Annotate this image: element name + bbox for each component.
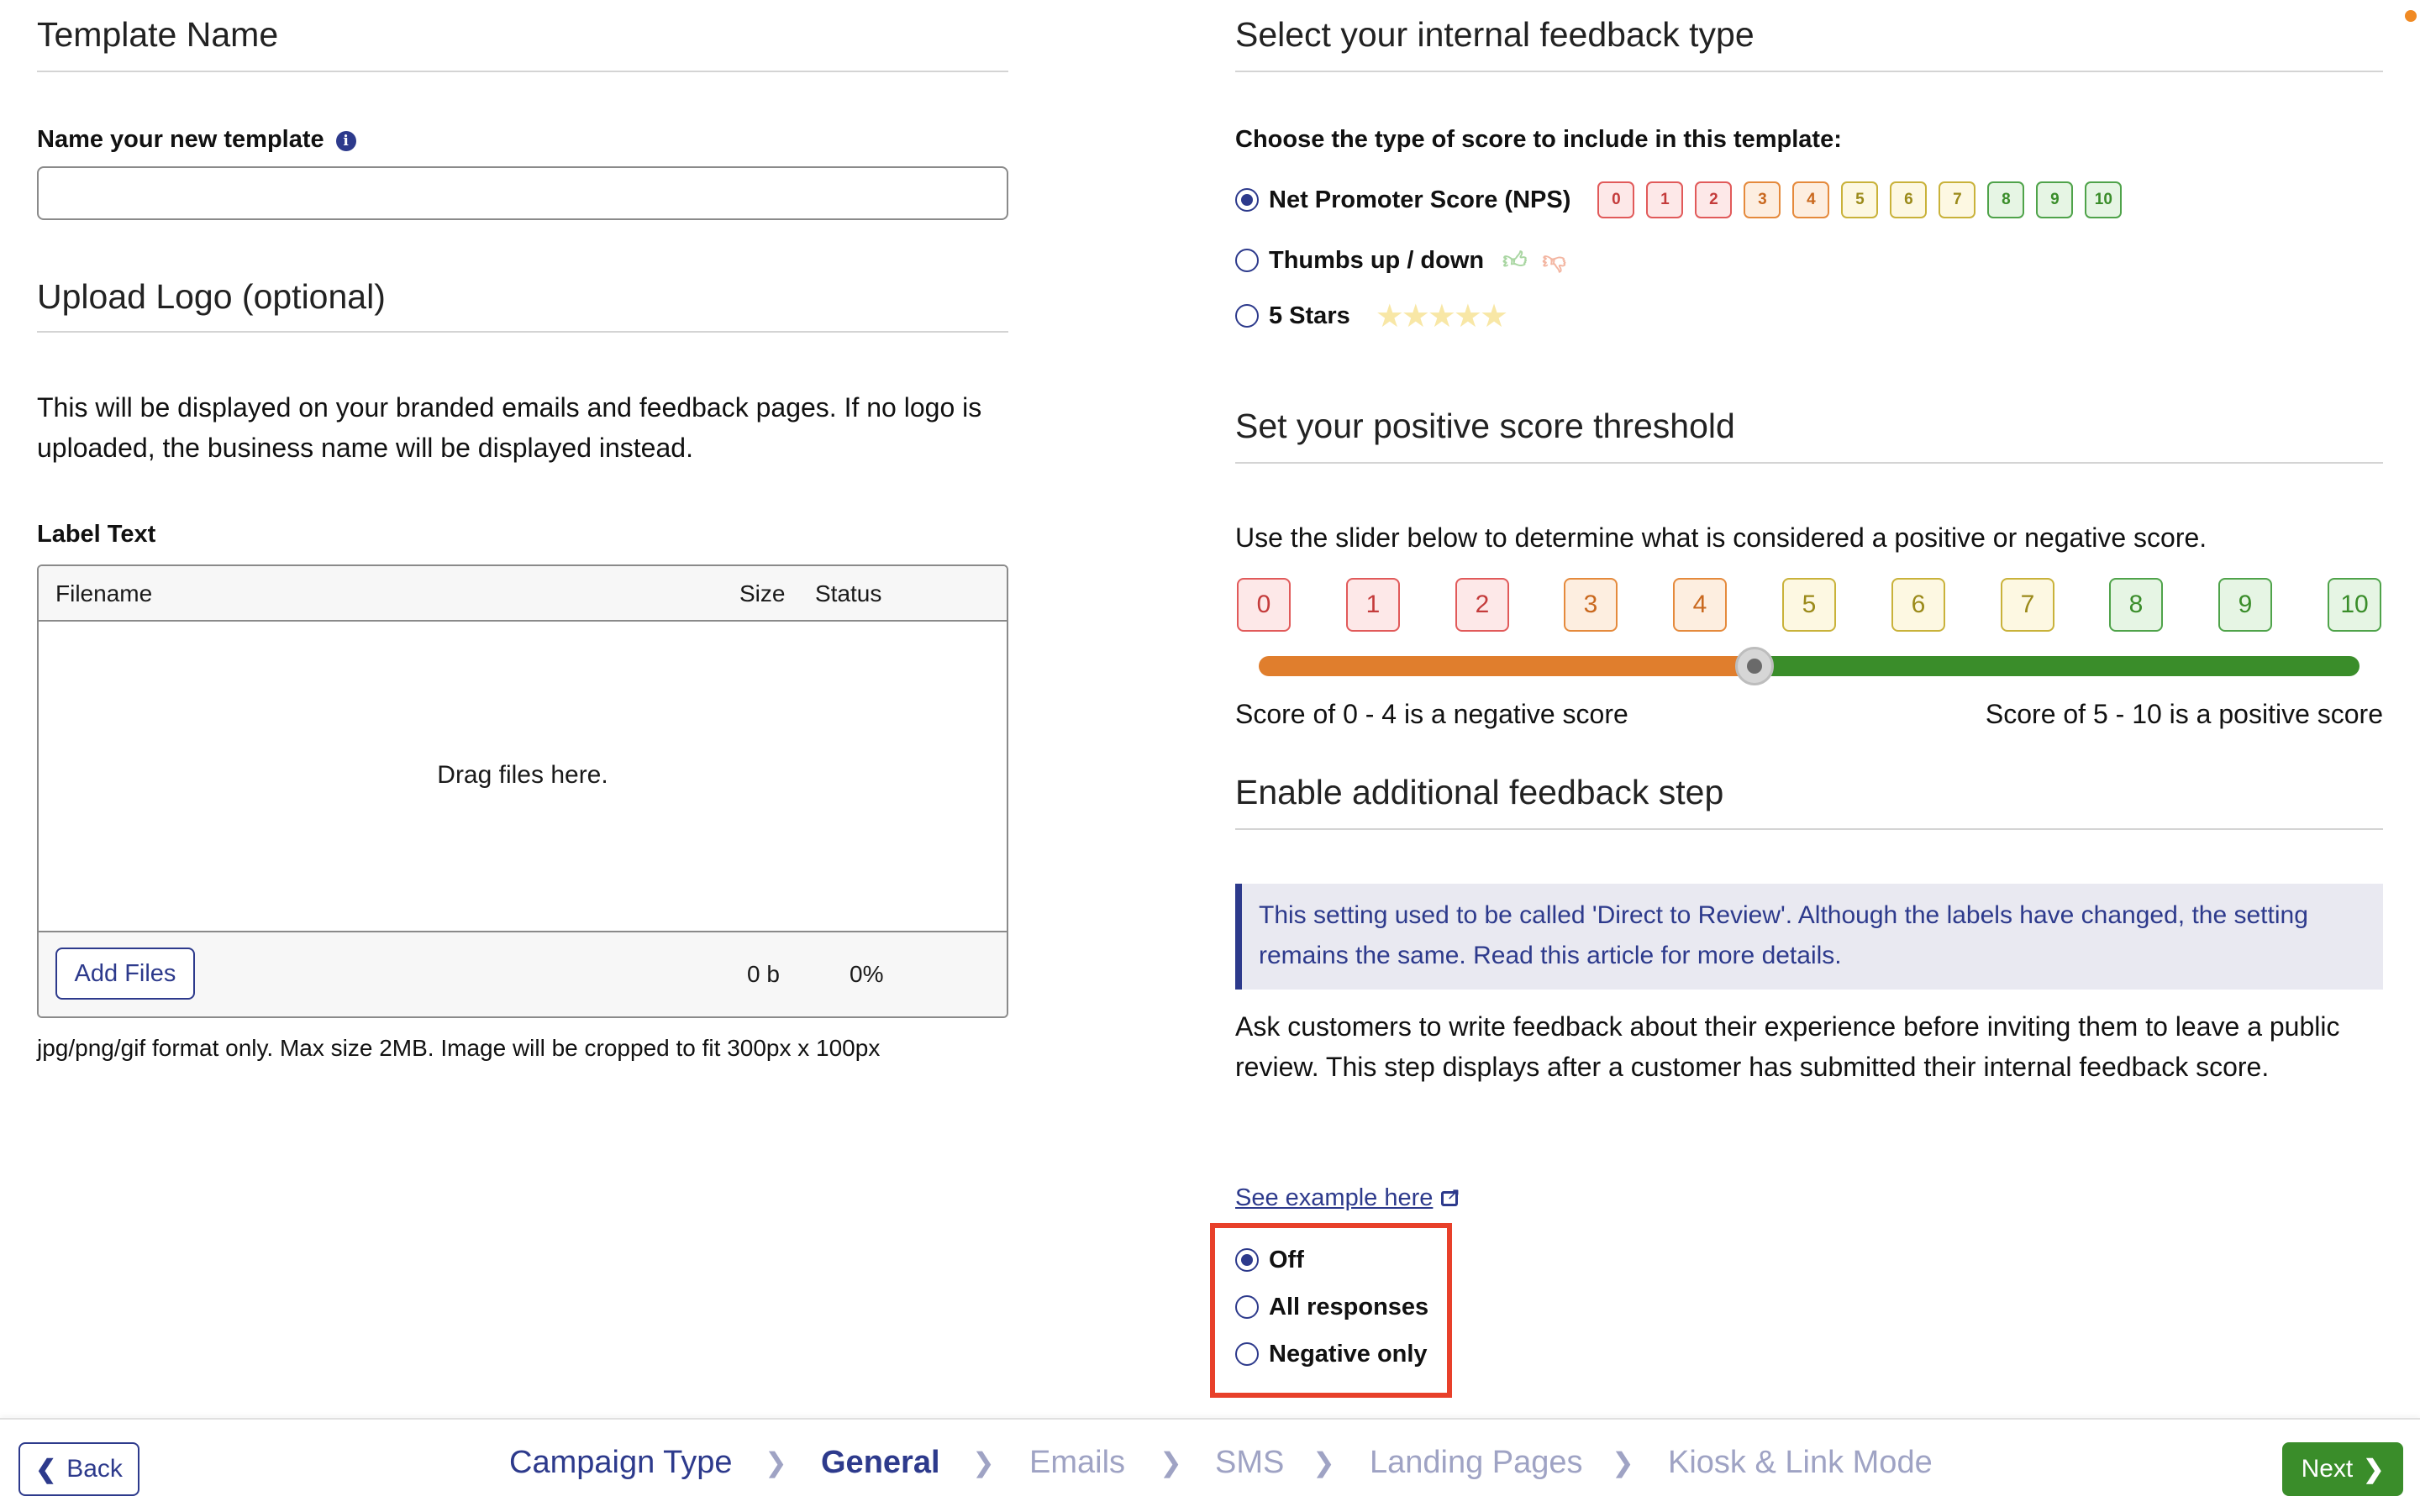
radio-button[interactable] xyxy=(1235,249,1259,272)
format-note: jpg/png/gif format only. Max size 2MB. I… xyxy=(37,1035,881,1061)
divider xyxy=(37,71,1008,72)
step-landing-pages[interactable]: Landing Pages xyxy=(1370,1445,1583,1481)
positive-score-text: Score of 5 - 10 is a positive score xyxy=(1985,699,2383,729)
slider-negative-track[interactable] xyxy=(1259,656,1754,676)
size-column-header: Size xyxy=(739,580,786,606)
nps-preview-box: 4 xyxy=(1792,181,1830,218)
external-link-icon xyxy=(1441,1184,1460,1206)
radio-button[interactable] xyxy=(1235,188,1259,212)
radio-button[interactable] xyxy=(1235,304,1259,328)
step-campaign-type[interactable]: Campaign Type xyxy=(509,1445,732,1481)
template-name-label-text: Name your new template xyxy=(37,126,324,153)
info-icon[interactable]: i xyxy=(335,131,356,151)
nps-preview-box: 7 xyxy=(1939,181,1976,218)
negative-score-text: Score of 0 - 4 is a negative score xyxy=(1235,699,1628,729)
score-box-1[interactable]: 1 xyxy=(1346,578,1400,632)
see-example-link[interactable]: See example here xyxy=(1235,1184,1460,1212)
nps-preview-box: 8 xyxy=(1987,181,2025,218)
notice-box: This setting used to be called 'Direct t… xyxy=(1235,884,2383,990)
radio-nps-label: Net Promoter Score (NPS) xyxy=(1269,186,1571,213)
score-box-7[interactable]: 7 xyxy=(2001,578,2054,632)
template-name-input[interactable] xyxy=(37,166,1008,220)
chevron-right-icon: ❯ xyxy=(1160,1447,1182,1478)
step-sms[interactable]: SMS xyxy=(1215,1445,1284,1481)
thumbs-down-icon: 👎︎ xyxy=(1542,247,1566,273)
chevron-right-icon: ❯ xyxy=(2363,1455,2385,1483)
divider xyxy=(37,331,1008,333)
file-uploader: Filename Size Status Drag files here. Ad… xyxy=(37,564,1008,1018)
chevron-right-icon: ❯ xyxy=(972,1447,995,1478)
add-files-button[interactable]: Add Files xyxy=(55,948,195,1000)
wizard-footer: ❮ Back Campaign Type ❯ General ❯ Emails … xyxy=(0,1418,2420,1512)
threshold-instruction: Use the slider below to determine what i… xyxy=(1235,522,2207,553)
score-box-3[interactable]: 3 xyxy=(1564,578,1618,632)
template-name-label: Name your new template i xyxy=(37,126,356,154)
threshold-slider-handle[interactable] xyxy=(1734,647,1774,685)
nps-preview-box: 2 xyxy=(1695,181,1733,218)
label-text-label: Label Text xyxy=(37,521,156,548)
chevron-right-icon: ❯ xyxy=(765,1447,787,1478)
next-button-label: Next xyxy=(2301,1455,2354,1483)
nps-preview-box: 9 xyxy=(2036,181,2074,218)
score-box-4[interactable]: 4 xyxy=(1673,578,1727,632)
threshold-heading: Set your positive score threshold xyxy=(1235,407,1735,445)
nps-preview: 0 1 2 3 4 5 6 7 8 9 10 xyxy=(1597,181,2123,218)
drop-zone[interactable]: Drag files here. xyxy=(39,622,1007,934)
score-box-10[interactable]: 10 xyxy=(2328,578,2381,632)
score-box-5[interactable]: 5 xyxy=(1782,578,1836,632)
radio-thumbs-label: Thumbs up / down xyxy=(1269,246,1485,274)
nps-preview-box: 1 xyxy=(1646,181,1684,218)
next-button[interactable]: Next ❯ xyxy=(2282,1442,2403,1496)
wizard-steps: Campaign Type ❯ General ❯ Emails ❯ SMS ❯… xyxy=(0,1445,2420,1492)
score-box-8[interactable]: 8 xyxy=(2109,578,2163,632)
chevron-right-icon: ❯ xyxy=(1612,1447,1634,1478)
filename-column-header: Filename xyxy=(55,580,153,606)
step-kiosk-link-mode[interactable]: Kiosk & Link Mode xyxy=(1668,1445,1933,1481)
score-type-prompt: Choose the type of score to include in t… xyxy=(1235,126,1842,153)
divider xyxy=(1235,828,2383,830)
uploader-header: Filename Size Status xyxy=(39,566,1007,622)
score-scale: 0 1 2 3 4 5 6 7 8 9 10 xyxy=(1237,578,2381,633)
divider xyxy=(1235,71,2383,72)
step-emails[interactable]: Emails xyxy=(1029,1445,1125,1481)
template-name-heading: Template Name xyxy=(37,15,279,54)
total-size: 0 b xyxy=(747,961,780,987)
see-example-link-text: See example here xyxy=(1235,1184,1434,1211)
score-box-2[interactable]: 2 xyxy=(1455,578,1509,632)
nps-preview-box: 3 xyxy=(1744,181,1781,218)
radio-stars[interactable]: 5 Stars ★★★★★ xyxy=(1235,298,1508,334)
radio-stars-label: 5 Stars xyxy=(1269,302,1350,329)
slider-positive-track[interactable] xyxy=(1754,656,2360,676)
upload-logo-heading: Upload Logo (optional) xyxy=(37,277,386,316)
radio-nps[interactable]: Net Promoter Score (NPS) 0 1 2 3 4 5 6 7 8 9 10 xyxy=(1235,181,2123,218)
divider xyxy=(1235,462,2383,464)
upload-logo-description: This will be displayed on your branded e… xyxy=(37,392,982,463)
status-column-header: Status xyxy=(815,580,882,606)
thumbs-up-icon: 👍︎ xyxy=(1502,247,1528,273)
notice-text: This setting used to be called 'Direct t… xyxy=(1259,901,2308,969)
uploader-footer: Add Files 0 b 0% xyxy=(39,931,1007,1016)
score-box-6[interactable]: 6 xyxy=(1891,578,1945,632)
total-status: 0% xyxy=(850,961,884,987)
nps-preview-box: 5 xyxy=(1841,181,1879,218)
radio-thumbs[interactable]: Thumbs up / down 👍︎ 👎︎ xyxy=(1235,244,1566,277)
drag-files-text: Drag files here. xyxy=(437,761,608,789)
highlight-annotation xyxy=(1210,1223,1452,1398)
score-box-0[interactable]: 0 xyxy=(1237,578,1291,632)
additional-step-description: Ask customers to write feedback about th… xyxy=(1235,1011,2340,1082)
notification-dot xyxy=(2405,10,2417,22)
feedback-type-heading: Select your internal feedback type xyxy=(1235,15,1754,54)
additional-step-heading: Enable additional feedback step xyxy=(1235,773,1724,811)
chevron-right-icon: ❯ xyxy=(1313,1447,1335,1478)
stars-preview-icon: ★★★★★ xyxy=(1375,298,1508,334)
nps-preview-box: 0 xyxy=(1597,181,1635,218)
nps-preview-box: 6 xyxy=(1890,181,1928,218)
nps-preview-box: 10 xyxy=(2085,181,2123,218)
score-box-9[interactable]: 9 xyxy=(2218,578,2272,632)
step-general[interactable]: General xyxy=(821,1445,940,1481)
